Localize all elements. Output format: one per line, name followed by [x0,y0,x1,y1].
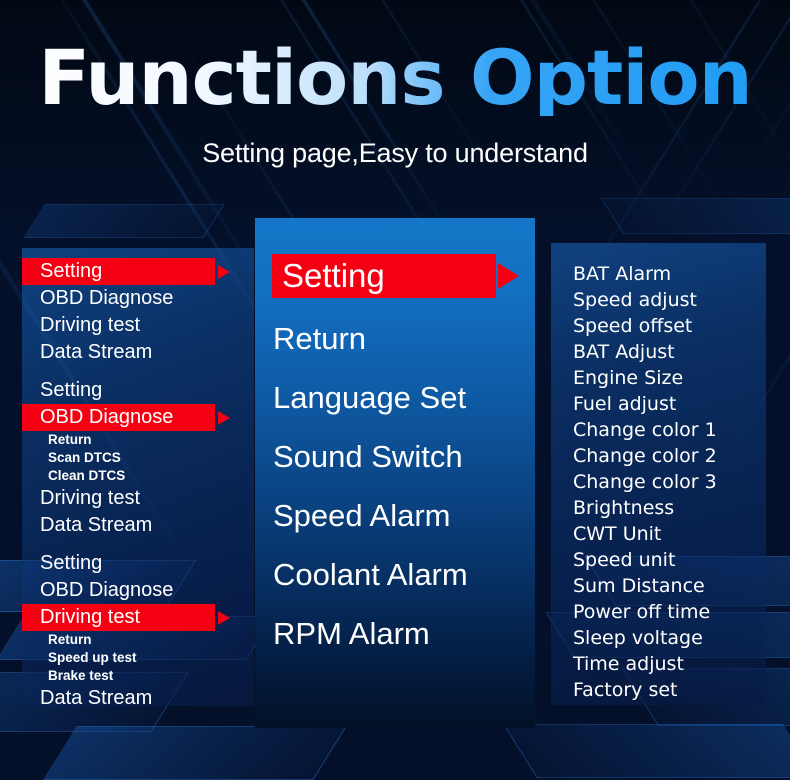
menu-group-separator [40,539,254,550]
right-option-item[interactable]: Change color 1 [573,417,766,443]
left-menu-item[interactable]: Data Stream [40,685,254,712]
right-option-item[interactable]: Power off time [573,599,766,625]
background-panel-shape [503,724,790,778]
left-menu-item[interactable]: Data Stream [40,512,254,539]
page-title: Functions Option [0,40,790,116]
header: Functions Option Setting page,Easy to un… [0,0,790,200]
center-menu-item-label: Setting [282,257,385,294]
left-menu-item[interactable]: OBD Diagnose [40,285,254,312]
center-menu-item[interactable]: Language Set [255,379,535,416]
center-menu-item[interactable]: Coolant Alarm [255,556,535,593]
left-menu-item[interactable]: OBD Diagnose [40,577,254,604]
caret-right-icon [218,411,230,425]
right-option-item[interactable]: Brightness [573,495,766,521]
background-panel-shape [43,726,347,780]
background-panel-shape [600,198,790,234]
caret-right-icon [218,611,230,625]
center-menu-item[interactable]: Return [255,320,535,357]
right-options-list: BAT Alarm Speed adjust Speed offset BAT Adj… [551,243,766,703]
left-menu-subitem[interactable]: Brake test [40,667,254,685]
left-menu-item[interactable]: Driving test [40,485,254,512]
center-menu-item-selected[interactable]: Setting [255,254,535,298]
center-panel: Setting Return Language Set Sound Switch Spe… [255,218,535,728]
left-menu-subitem[interactable]: Speed up test [40,649,254,667]
right-option-item[interactable]: Sum Distance [573,573,766,599]
left-menu-list: Setting OBD Diagnose Driving test Data Stre… [22,248,254,712]
center-menu-item[interactable]: RPM Alarm [255,615,535,652]
left-menu-subitem[interactable]: Clean DTCS [40,467,254,485]
center-menu-item[interactable]: Speed Alarm [255,497,535,534]
background-panel-shape [23,204,225,238]
right-option-item[interactable]: Time adjust [573,651,766,677]
right-option-item[interactable]: BAT Alarm [573,261,766,287]
right-option-item[interactable]: Fuel adjust [573,391,766,417]
left-panel: Setting OBD Diagnose Driving test Data Stre… [22,248,254,709]
left-menu-item[interactable]: Setting [40,377,254,404]
right-option-item[interactable]: Change color 2 [573,443,766,469]
right-option-item[interactable]: Speed offset [573,313,766,339]
left-menu-subitem[interactable]: Return [40,431,254,449]
right-option-item[interactable]: CWT Unit [573,521,766,547]
left-menu-item[interactable]: Setting [40,550,254,577]
menu-group-separator [40,366,254,377]
right-option-item[interactable]: Speed adjust [573,287,766,313]
caret-right-icon [498,263,519,289]
right-option-item[interactable]: Sleep voltage [573,625,766,651]
right-option-item[interactable]: Speed unit [573,547,766,573]
right-panel: BAT Alarm Speed adjust Speed offset BAT Adj… [551,243,766,705]
left-menu-subitem[interactable]: Scan DTCS [40,449,254,467]
left-menu-item[interactable]: Data Stream [40,339,254,366]
caret-right-icon [218,265,230,279]
right-option-item[interactable]: BAT Adjust [573,339,766,365]
left-menu-subitem[interactable]: Return [40,631,254,649]
center-menu-list: Setting Return Language Set Sound Switch Spe… [255,218,535,652]
left-menu-item-selected[interactable]: Driving test [22,604,254,631]
right-option-item[interactable]: Engine Size [573,365,766,391]
center-menu-item[interactable]: Sound Switch [255,438,535,475]
left-menu-item[interactable]: Driving test [40,312,254,339]
page-subtitle: Setting page,Easy to understand [202,138,588,168]
left-menu-item-selected[interactable]: Setting [22,258,254,285]
right-option-item[interactable]: Change color 3 [573,469,766,495]
right-option-item[interactable]: Factory set [573,677,766,703]
left-menu-item-selected[interactable]: OBD Diagnose [22,404,254,431]
